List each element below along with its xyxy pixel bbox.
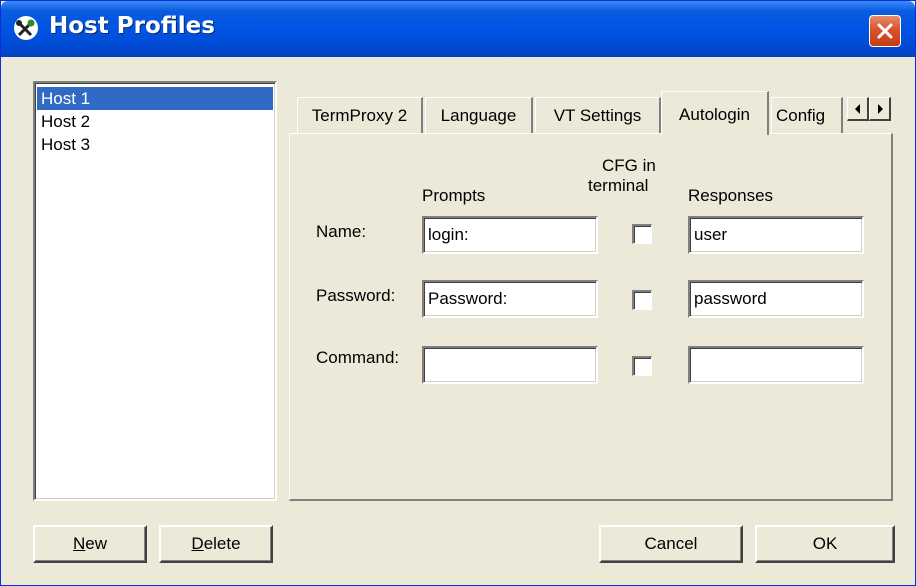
password-prompt-field[interactable]: Password: — [422, 280, 598, 318]
new-button[interactable]: New — [33, 525, 147, 563]
password-response-field[interactable]: password — [688, 280, 864, 318]
responses-header: Responses — [688, 186, 774, 205]
arrow-right-icon — [878, 104, 883, 114]
command-prompt-field[interactable] — [422, 346, 598, 384]
host-profiles-dialog: Host Profiles Host 1 Host 2 Host 3 TermP… — [0, 0, 916, 586]
delete-button[interactable]: Delete — [159, 525, 273, 563]
close-button[interactable] — [869, 15, 901, 47]
new-button-label: ew — [85, 534, 107, 553]
new-button-mnemonic: N — [72, 534, 86, 553]
name-cfg-checkbox[interactable] — [632, 224, 652, 244]
tab-config[interactable]: Config — [771, 97, 843, 133]
name-label: Name: — [316, 222, 367, 241]
tab-language[interactable]: Language — [425, 97, 533, 133]
delete-button-label: elete — [203, 534, 241, 553]
tab-scroll-left-button[interactable] — [847, 97, 869, 121]
window-title: Host Profiles — [49, 13, 215, 39]
title-bar[interactable]: Host Profiles — [1, 1, 915, 57]
list-item-host-1[interactable]: Host 1 — [37, 87, 273, 110]
name-response-field[interactable]: user — [688, 216, 864, 254]
cfg-header-line2: terminal — [588, 176, 649, 195]
name-prompt-field[interactable]: login: — [422, 216, 598, 254]
close-icon — [877, 23, 893, 39]
delete-button-mnemonic: D — [191, 534, 204, 553]
cfg-header-line1: CFG in — [602, 156, 656, 175]
password-label: Password: — [316, 286, 396, 305]
tab-vt-settings[interactable]: VT Settings — [535, 97, 661, 133]
tab-scroll-right-button[interactable] — [869, 97, 891, 121]
command-cfg-checkbox[interactable] — [632, 356, 652, 376]
prompts-header: Prompts — [422, 186, 486, 205]
cancel-button[interactable]: Cancel — [599, 525, 743, 563]
list-item-host-2[interactable]: Host 2 — [37, 110, 273, 133]
autologin-panel: Prompts CFG in terminal Responses Name: … — [289, 133, 893, 501]
list-item-host-3[interactable]: Host 3 — [37, 133, 273, 156]
tab-termproxy-2[interactable]: TermProxy 2 — [297, 97, 423, 133]
tab-autologin[interactable]: Autologin — [661, 91, 769, 135]
command-label: Command: — [316, 348, 400, 367]
ok-button[interactable]: OK — [755, 525, 895, 563]
host-list[interactable]: Host 1 Host 2 Host 3 — [33, 81, 277, 501]
tools-icon — [13, 15, 39, 41]
arrow-left-icon — [855, 104, 860, 114]
password-cfg-checkbox[interactable] — [632, 290, 652, 310]
command-response-field[interactable] — [688, 346, 864, 384]
